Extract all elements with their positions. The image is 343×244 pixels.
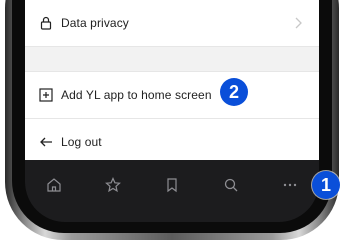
search-icon[interactable]: [222, 176, 240, 194]
star-icon[interactable]: [104, 176, 122, 194]
screenshot-stage: Data privacy Add YL app to home screen L…: [0, 0, 343, 244]
menu-item-label: Add YL app to home screen: [61, 88, 212, 102]
lock-icon: [39, 16, 53, 30]
bookmark-icon[interactable]: [163, 176, 181, 194]
callout-badge: 2: [220, 78, 248, 106]
menu-item-label: Log out: [61, 135, 102, 149]
arrow-left-icon: [39, 135, 53, 149]
chevron-right-icon: [293, 16, 303, 30]
home-icon[interactable]: [45, 176, 63, 194]
callout-badge: 1: [312, 171, 340, 199]
menu-item-log-out[interactable]: Log out: [25, 119, 319, 166]
more-icon[interactable]: [281, 176, 299, 194]
bottom-tab-bar: [25, 160, 319, 222]
section-divider: [25, 47, 319, 72]
menu-item-label: Data privacy: [61, 16, 129, 30]
add-square-icon: [39, 88, 53, 102]
menu-item-add-to-home-screen[interactable]: Add YL app to home screen: [25, 72, 319, 119]
menu-item-data-privacy[interactable]: Data privacy: [25, 0, 319, 47]
settings-menu: Data privacy Add YL app to home screen L…: [25, 0, 319, 166]
phone-screen: Data privacy Add YL app to home screen L…: [25, 0, 319, 222]
